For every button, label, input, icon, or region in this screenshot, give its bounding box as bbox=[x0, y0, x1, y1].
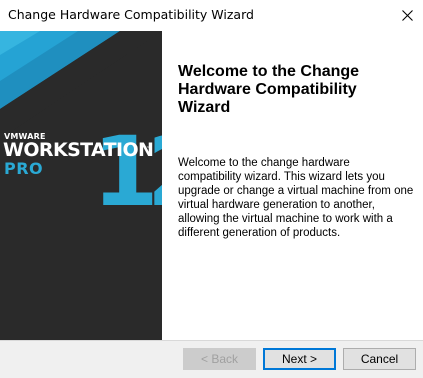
banner-graphic: 12 bbox=[0, 31, 162, 228]
cancel-button[interactable]: Cancel bbox=[343, 348, 416, 370]
page-description: Welcome to the change hardware compatibi… bbox=[178, 157, 414, 239]
button-bar: < Back Next > Cancel bbox=[0, 340, 423, 378]
trademark-symbol: ™ bbox=[146, 146, 151, 152]
version-number-graphic: 12 bbox=[92, 116, 162, 228]
page-heading: Welcome to the Change Hardware Compatibi… bbox=[178, 63, 360, 116]
wizard-window: Change Hardware Compatibility Wizard 12 … bbox=[0, 0, 423, 378]
close-icon bbox=[402, 10, 413, 21]
window-title: Change Hardware Compatibility Wizard bbox=[8, 7, 254, 22]
close-button[interactable] bbox=[392, 0, 423, 31]
product-banner: 12 VMWARE WORKSTATION ™ PRO bbox=[0, 31, 162, 340]
wizard-content: 12 VMWARE WORKSTATION ™ PRO Welcome to t… bbox=[0, 31, 423, 340]
back-button[interactable]: < Back bbox=[183, 348, 256, 370]
product-name: WORKSTATION bbox=[3, 139, 154, 161]
next-button[interactable]: Next > bbox=[263, 348, 336, 370]
product-edition: PRO bbox=[4, 159, 44, 178]
title-bar: Change Hardware Compatibility Wizard bbox=[0, 0, 423, 31]
version-number: 12 bbox=[92, 116, 162, 228]
